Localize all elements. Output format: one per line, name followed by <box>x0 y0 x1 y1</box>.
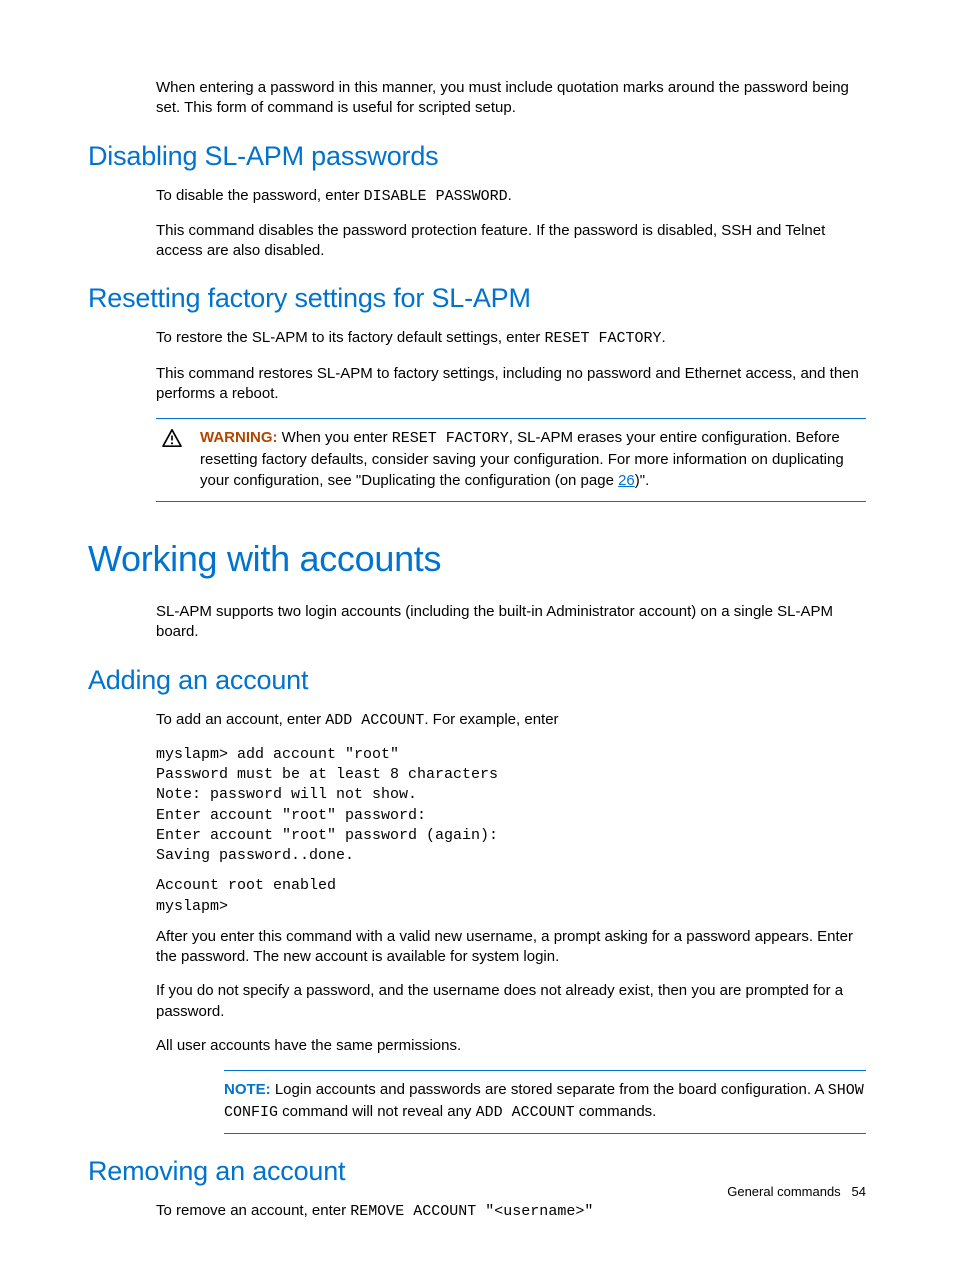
code-inline: DISABLE PASSWORD <box>364 188 508 205</box>
note-callout: NOTE: Login accounts and passwords are s… <box>224 1070 866 1134</box>
text: . <box>508 187 512 204</box>
accounts-intro: SL-APM supports two login accounts (incl… <box>156 602 866 643</box>
add-p1: To add an account, enter ADD ACCOUNT. Fo… <box>156 710 866 731</box>
code-inline: RESET FACTORY <box>545 330 662 347</box>
add-p2: After you enter this command with a vali… <box>156 927 866 968</box>
warning-text: WARNING: When you enter RESET FACTORY, S… <box>200 427 866 491</box>
heading-disabling-passwords: Disabling SL-APM passwords <box>88 141 866 172</box>
text: To restore the SL-APM to its factory def… <box>156 329 545 346</box>
text: commands. <box>575 1103 657 1120</box>
warning-icon <box>156 427 182 452</box>
reset-p2: This command restores SL-APM to factory … <box>156 364 866 405</box>
text: Login accounts and passwords are stored … <box>271 1081 828 1098</box>
disable-p1: To disable the password, enter DISABLE P… <box>156 186 866 207</box>
warning-label: WARNING: <box>200 429 278 446</box>
code-inline: ADD ACCOUNT <box>325 712 424 729</box>
footer-page-number: 54 <box>852 1184 866 1199</box>
intro-paragraph: When entering a password in this manner,… <box>156 78 866 119</box>
page-link-26[interactable]: 26 <box>618 472 635 489</box>
add-p4: All user accounts have the same permissi… <box>156 1036 866 1056</box>
add-p3: If you do not specify a password, and th… <box>156 981 866 1022</box>
heading-adding-account: Adding an account <box>88 665 866 696</box>
text: . For example, enter <box>424 711 558 728</box>
page-footer: General commands 54 <box>727 1184 866 1199</box>
code-block-account-enabled: Account root enabled myslapm> <box>156 876 866 917</box>
text: )". <box>635 472 650 489</box>
heading-resetting-factory: Resetting factory settings for SL-APM <box>88 283 866 314</box>
page-content: When entering a password in this manner,… <box>0 0 954 1276</box>
text: command will not reveal any <box>278 1103 476 1120</box>
text: To remove an account, enter <box>156 1202 350 1219</box>
remove-p1: To remove an account, enter REMOVE ACCOU… <box>156 1201 866 1222</box>
reset-p1: To restore the SL-APM to its factory def… <box>156 328 866 349</box>
disable-p2: This command disables the password prote… <box>156 221 866 262</box>
text: . <box>662 329 666 346</box>
code-inline: RESET FACTORY <box>392 430 509 447</box>
code-inline: ADD ACCOUNT <box>476 1104 575 1121</box>
code-inline: REMOVE ACCOUNT "<username>" <box>350 1203 593 1220</box>
text: To disable the password, enter <box>156 187 364 204</box>
heading-removing-account: Removing an account <box>88 1156 866 1187</box>
heading-working-with-accounts: Working with accounts <box>88 538 866 580</box>
text: When you enter <box>278 429 392 446</box>
code-block-add-account: myslapm> add account "root" Password mus… <box>156 745 866 867</box>
warning-callout: WARNING: When you enter RESET FACTORY, S… <box>156 418 866 502</box>
text: To add an account, enter <box>156 711 325 728</box>
footer-section: General commands <box>727 1184 840 1199</box>
note-label: NOTE: <box>224 1081 271 1098</box>
